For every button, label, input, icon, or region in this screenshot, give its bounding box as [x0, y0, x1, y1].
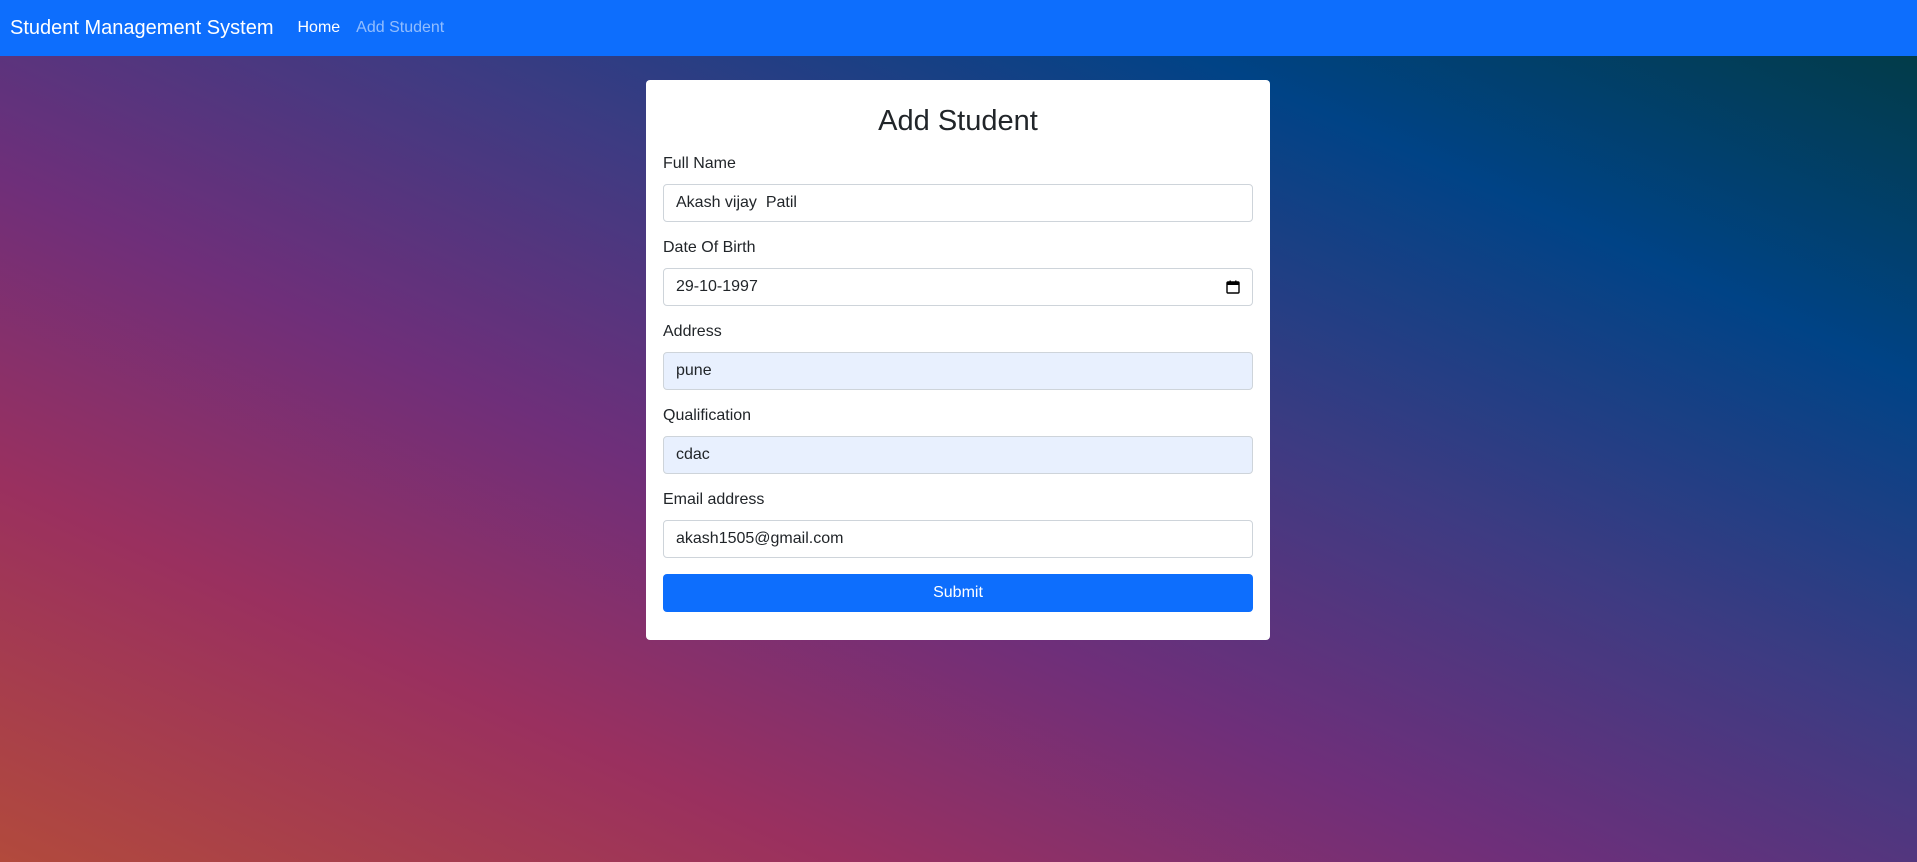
form-title: Add Student	[878, 105, 1038, 137]
dob-input[interactable]: 29-10-1997	[663, 268, 1253, 306]
nav-link-home[interactable]: Home	[297, 19, 340, 37]
qualification-value: cdac	[676, 446, 710, 463]
email-label: Email address	[663, 491, 765, 508]
address-input[interactable]: pune	[663, 352, 1253, 390]
full-name-input[interactable]: Akash vijay Patil	[663, 184, 1253, 222]
navbar-brand[interactable]: Student Management System	[10, 17, 273, 40]
dob-value: 29-10-1997	[676, 278, 758, 295]
top-navbar: Student Management System Home Add Stude…	[0, 0, 1917, 56]
dob-field: Date Of Birth 29-10-1997	[663, 238, 1253, 306]
email-field: Email address akash1505@gmail.com	[663, 490, 1253, 558]
add-student-card: Add Student Full Name Akash vijay Patil …	[646, 80, 1270, 640]
submit-button[interactable]: Submit	[663, 574, 1253, 612]
full-name-value: Akash vijay Patil	[676, 194, 797, 211]
address-value: pune	[676, 362, 712, 379]
qualification-input[interactable]: cdac	[663, 436, 1253, 474]
qualification-label: Qualification	[663, 407, 752, 424]
email-value: akash1505@gmail.com	[676, 530, 844, 547]
full-name-field: Full Name Akash vijay Patil	[663, 154, 1253, 222]
full-name-label: Full Name	[663, 155, 736, 172]
email-input[interactable]: akash1505@gmail.com	[663, 520, 1253, 558]
dob-label: Date Of Birth	[663, 239, 756, 256]
calendar-icon[interactable]	[1226, 280, 1240, 294]
nav-link-add-student[interactable]: Add Student	[356, 19, 444, 37]
address-label: Address	[663, 323, 722, 340]
qualification-field: Qualification cdac	[663, 406, 1253, 474]
address-field: Address pune	[663, 322, 1253, 390]
